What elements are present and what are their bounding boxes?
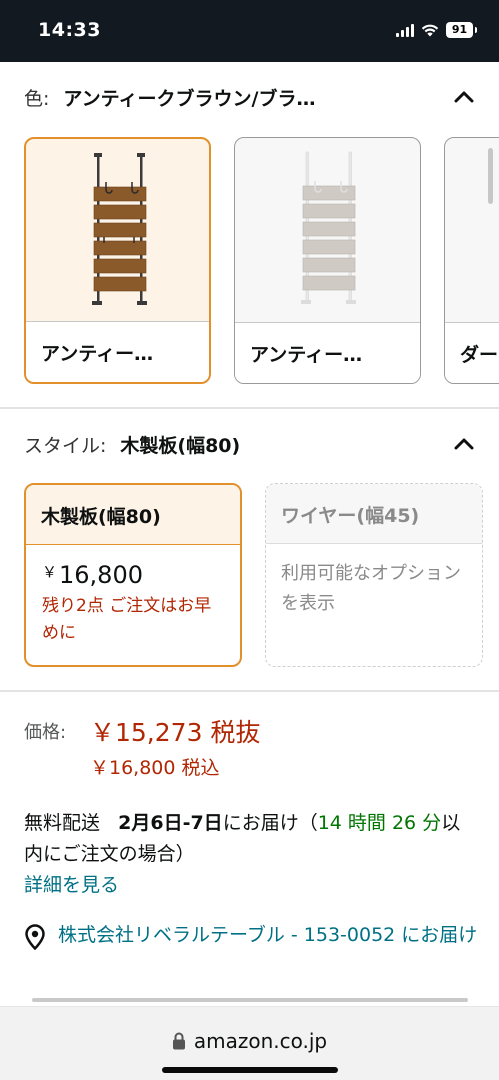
home-indicator (162, 1067, 338, 1073)
style-label: スタイル: (24, 435, 107, 457)
color-option-label: ダー (445, 322, 499, 383)
status-icons: 91 (396, 22, 477, 38)
wifi-icon (421, 24, 439, 37)
color-option-antique-brown[interactable]: アンティー… (24, 137, 211, 384)
style-option-wire-45[interactable]: ワイヤー(幅45) 利用可能なオプションを表示 (265, 483, 483, 667)
style-value: 木製板(幅80) (120, 435, 241, 457)
browser-bar: amazon.co.jp (0, 1006, 499, 1080)
status-bar: 14:33 91 (0, 0, 499, 62)
delivery-suffix: にお届け（ (222, 812, 318, 834)
chevron-up-icon[interactable] (453, 86, 475, 108)
product-image (26, 139, 209, 325)
color-label: 色: (24, 88, 50, 110)
scroll-edge (32, 998, 468, 1002)
delivery-location-link[interactable]: 株式会社リベラルテーブル - 153-0052 にお届け (24, 920, 484, 951)
cellular-signal-icon (396, 23, 414, 37)
horizontal-scrollbar[interactable] (488, 148, 493, 204)
price-excl-tax: ￥15,273 税抜 (90, 718, 261, 747)
delivery-date: 2月6日-7日 (118, 812, 223, 834)
divider (0, 690, 499, 692)
color-option-label: アンティー… (26, 321, 209, 382)
chevron-up-icon[interactable] (453, 433, 475, 455)
currency-symbol: ￥ (42, 563, 58, 581)
style-option-title: ワイヤー(幅45) (266, 484, 482, 544)
product-image (235, 138, 420, 324)
order-countdown: 14 時間 26 分 (317, 812, 442, 834)
status-time: 14:33 (38, 19, 101, 41)
style-section-header[interactable]: スタイル: 木製板(幅80) (24, 431, 475, 458)
style-option-wood-80[interactable]: 木製板(幅80) ￥16,800 残り2点 ご注文はお早めに (24, 483, 242, 667)
details-link[interactable]: 詳細を見る (24, 870, 119, 897)
show-options-note: 利用可能なオプションを表示 (281, 563, 461, 614)
color-section-header[interactable]: 色: アンティークブラウン/ブラ… (24, 84, 475, 111)
color-option-antique-white[interactable]: アンティー… (234, 137, 421, 384)
lock-icon (172, 1032, 185, 1050)
url-bar[interactable]: amazon.co.jp (0, 1029, 499, 1053)
price-value: 16,800 (59, 561, 143, 589)
color-value: アンティークブラウン/ブラ… (63, 88, 316, 110)
delivery-info: 無料配送 2月6日-7日にお届け（14 時間 26 分以内にご注文の場合） (24, 808, 479, 870)
divider (0, 407, 499, 409)
style-option-price: ￥16,800 (26, 545, 240, 589)
battery-icon: 91 (446, 22, 477, 38)
delivery-prefix: 無料配送 (24, 812, 101, 834)
style-option-title: 木製板(幅80) (26, 485, 240, 545)
color-option-label: アンティー… (235, 322, 420, 383)
price-label: 価格: (24, 722, 67, 743)
url-text: amazon.co.jp (193, 1029, 328, 1053)
stock-warning: 残り2点 ご注文はお早めに (42, 596, 212, 643)
price-incl-tax: ￥16,800 税込 (90, 757, 220, 779)
